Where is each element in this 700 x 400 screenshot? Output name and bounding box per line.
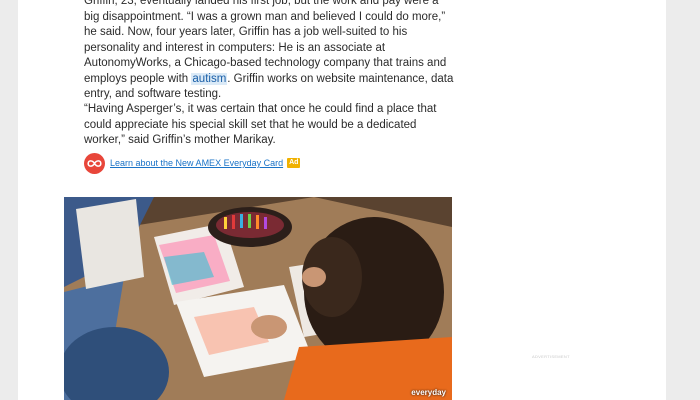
article-quote-paragraph: “Having Asperger’s, it was certain that … [84, 103, 437, 146]
article-paragraph: Griffin, 23, eventually landed his first… [84, 0, 454, 103]
video-player[interactable]: everyday [64, 197, 452, 400]
advertisement-label: ADVERTISEMENT [532, 354, 570, 359]
sponsored-link[interactable]: Learn about the New AMEX Everyday Card A… [84, 152, 301, 174]
infinity-icon [84, 152, 105, 174]
sponsored-link-text[interactable]: Learn about the New AMEX Everyday Card [110, 158, 283, 168]
article-card: Griffin, 23, eventually landed his first… [18, 0, 666, 400]
autism-keyword-link[interactable]: autism [191, 72, 228, 85]
video-thumbnail [64, 197, 452, 400]
ad-badge: Ad [287, 158, 301, 168]
video-watermark: everyday [411, 388, 446, 397]
